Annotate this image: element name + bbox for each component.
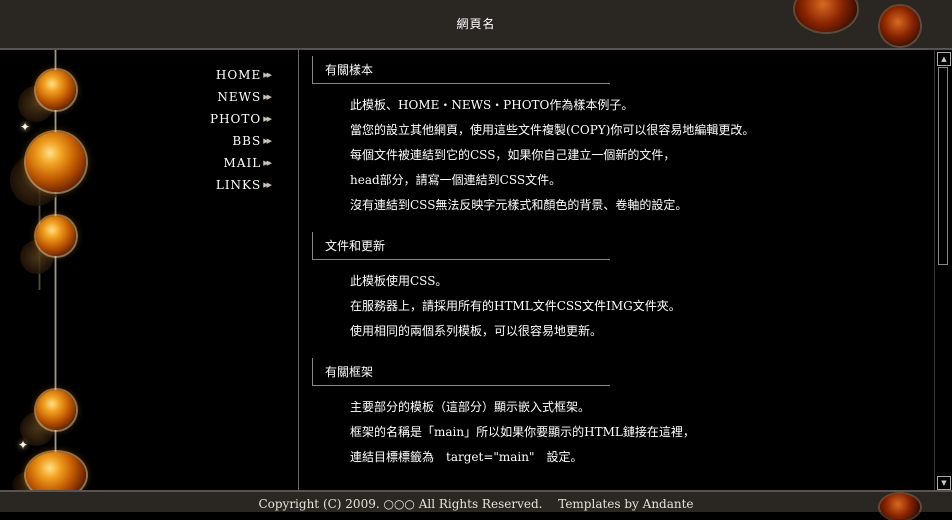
nav-item-bbs[interactable]: BBS ▶▶ (150, 130, 272, 152)
paragraph: 在服務器上，請採用所有的HTML文件CSS文件IMG文件夾。 (350, 299, 681, 313)
section-body: 此模板、HOME・NEWS・PHOTO作為樣本例子。 當您的設立其他網頁，使用這… (300, 84, 934, 218)
paragraph: head部分，請寫一個連結到CSS文件。 (350, 173, 562, 187)
paragraph: 每個文件被連結到它的CSS，如果你自己建立一個新的文件， (350, 148, 676, 162)
paragraph: 此模板、HOME・NEWS・PHOTO作為樣本例子。 (350, 98, 634, 112)
nav-item-photo[interactable]: PHOTO ▶▶ (150, 108, 272, 130)
vertical-scrollbar[interactable]: ▲ ▼ (934, 50, 952, 490)
decorative-orb-header-2 (880, 6, 920, 46)
copyright-text: Copyright (C) 2009. ○○○ All Rights Reser… (258, 497, 694, 511)
scroll-up-icon[interactable]: ▲ (937, 52, 951, 66)
nav-item-news[interactable]: NEWS ▶▶ (150, 86, 272, 108)
nav-item-links[interactable]: LINKS ▶▶ (150, 174, 272, 196)
scroll-down-icon[interactable]: ▼ (937, 476, 951, 490)
section-heading: 文件和更新 (312, 232, 610, 260)
double-arrow-icon: ▶▶ (263, 181, 272, 189)
section-body: 主要部分的模板（這部分）顯示嵌入式框架。 框架的名稱是「main」所以如果你要顯… (300, 386, 934, 470)
paragraph: 此模板使用CSS。 (350, 274, 448, 288)
sparkle-icon: ✦ (18, 438, 29, 452)
section-heading: 有關框架 (312, 358, 610, 386)
decorative-orb (26, 132, 86, 192)
left-panel: ✦ ✦ HOME ▶▶ NEWS ▶▶ PHOTO ▶▶ BBS ▶▶ MAIL… (0, 50, 298, 500)
nav-item-label: BBS (232, 134, 262, 148)
nav-item-label: MAIL (223, 156, 262, 170)
section-files-updates: 文件和更新 此模板使用CSS。 在服務器上，請採用所有的HTML文件CSS文件I… (300, 232, 934, 344)
double-arrow-icon: ▶▶ (263, 93, 272, 101)
main-frame: 有關樣本 此模板、HOME・NEWS・PHOTO作為樣本例子。 當您的設立其他網… (300, 50, 934, 490)
double-arrow-icon: ▶▶ (263, 71, 272, 79)
paragraph: 使用相同的兩個系列模板，可以很容易地更新。 (350, 324, 603, 338)
decorative-orb-footer (880, 494, 920, 520)
sparkle-icon: ✦ (20, 120, 31, 134)
paragraph: 當您的設立其他網頁，使用這些文件複製(COPY)你可以很容易地編輯更改。 (350, 123, 755, 137)
section-about-template: 有關樣本 此模板、HOME・NEWS・PHOTO作為樣本例子。 當您的設立其他網… (300, 56, 934, 218)
section-heading: 有關樣本 (312, 56, 610, 84)
scroll-thumb[interactable] (938, 67, 948, 265)
nav-item-home[interactable]: HOME ▶▶ (150, 64, 272, 86)
vertical-divider (298, 50, 299, 490)
paragraph: 主要部分的模板（這部分）顯示嵌入式框架。 (350, 400, 591, 414)
header-bar: 網頁名 (0, 0, 952, 50)
paragraph: 連結目標標籤為 target="main" 設定。 (350, 450, 583, 464)
double-arrow-icon: ▶▶ (263, 137, 272, 145)
footer-bar: Copyright (C) 2009. ○○○ All Rights Reser… (0, 490, 952, 520)
section-body: 此模板使用CSS。 在服務器上，請採用所有的HTML文件CSS文件IMG文件夾。… (300, 260, 934, 344)
nav-item-label: LINKS (215, 178, 262, 192)
decorative-orb (36, 70, 76, 110)
decorative-orb (36, 216, 76, 256)
nav-item-label: PHOTO (210, 112, 262, 126)
paragraph: 沒有連結到CSS無法反映字元樣式和顏色的背景、卷軸的設定。 (350, 198, 688, 212)
double-arrow-icon: ▶▶ (263, 159, 272, 167)
nav-item-label: HOME (215, 68, 262, 82)
decorative-orb (36, 390, 76, 430)
double-arrow-icon: ▶▶ (263, 115, 272, 123)
section-about-frames: 有關框架 主要部分的模板（這部分）顯示嵌入式框架。 框架的名稱是「main」所以… (300, 358, 934, 470)
paragraph: 框架的名稱是「main」所以如果你要顯示的HTML鏈接在這裡， (350, 425, 695, 439)
nav-item-mail[interactable]: MAIL ▶▶ (150, 152, 272, 174)
nav-item-label: NEWS (217, 90, 262, 104)
main-nav: HOME ▶▶ NEWS ▶▶ PHOTO ▶▶ BBS ▶▶ MAIL ▶▶ … (150, 64, 272, 196)
